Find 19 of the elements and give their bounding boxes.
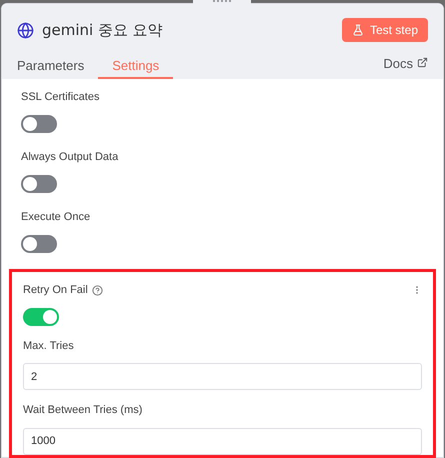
field-label: Max. Tries [23, 338, 75, 354]
input-field[interactable]: 2 [23, 363, 422, 390]
input-field[interactable]: 1000 [23, 428, 422, 454]
flask-icon [352, 24, 364, 36]
docs-link[interactable]: Docs [383, 54, 428, 79]
setting-label: Retry On Fail [23, 283, 88, 298]
field-label: Wait Between Tries (ms) [23, 403, 144, 418]
help-icon[interactable] [92, 284, 103, 296]
toggle-switch[interactable] [23, 308, 59, 326]
toggle-switch[interactable] [21, 114, 57, 132]
node-title: gemini 중요 요약 [42, 20, 163, 41]
external-link-icon [417, 57, 428, 68]
setting-label: SSL Certificates [21, 90, 100, 105]
toggle-switch[interactable] [21, 174, 57, 192]
tab[interactable]: Parameters [17, 54, 84, 79]
globe-icon [17, 22, 34, 38]
setting-label: Execute Once [21, 210, 92, 225]
setting-label: Always Output Data [21, 150, 120, 165]
toggle-switch[interactable] [21, 234, 57, 252]
